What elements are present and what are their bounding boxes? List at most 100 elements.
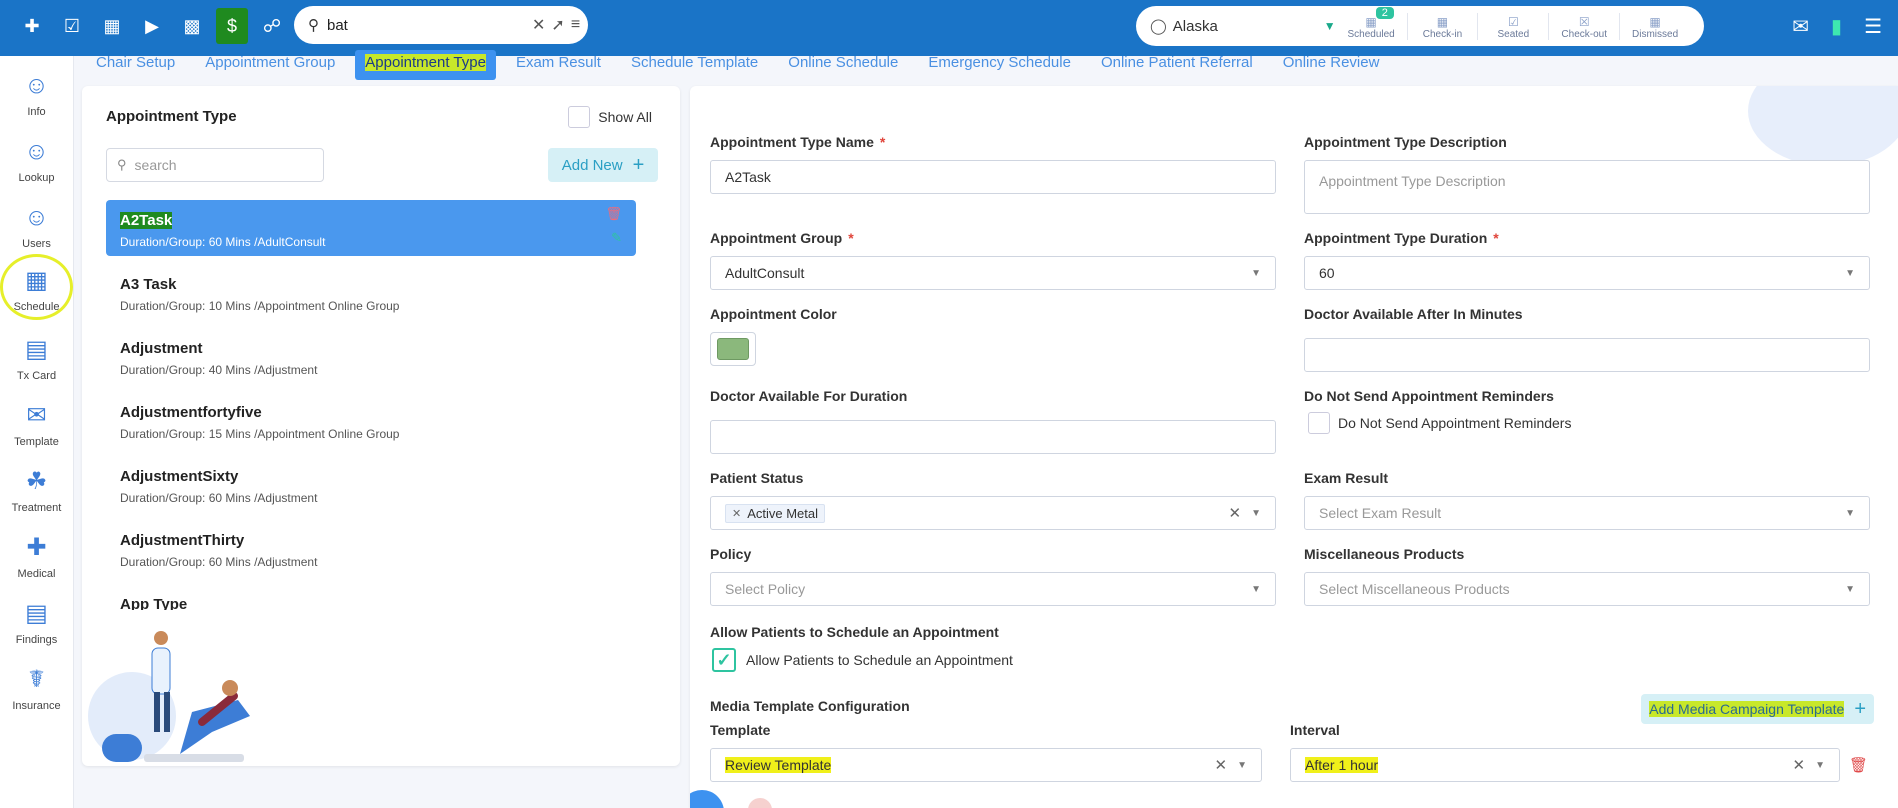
list-item[interactable]: AdjustmentSixty Duration/Group: 60 Mins …	[106, 456, 636, 520]
label-text: Appointment Group	[710, 230, 843, 246]
description-textarea[interactable]: Appointment Type Description	[1304, 160, 1870, 214]
global-search-input[interactable]	[327, 16, 526, 34]
add-user-icon[interactable]: ✚	[16, 8, 48, 44]
group-select[interactable]: AdultConsult ▼	[710, 256, 1276, 290]
policy-select[interactable]: Select Policy ▼	[710, 572, 1276, 606]
tab-chair-setup[interactable]: Chair Setup	[86, 50, 185, 80]
show-all-label: Show All	[598, 109, 652, 125]
exam-result-select[interactable]: Select Exam Result ▼	[1304, 496, 1870, 530]
clear-icon[interactable]: ✕	[1215, 756, 1228, 774]
template-select[interactable]: Review Template ✕ ▼	[710, 748, 1262, 782]
add-media-template-button[interactable]: Add Media Campaign Template +	[1641, 694, 1874, 724]
allow-schedule-checkbox-row[interactable]: ✓ Allow Patients to Schedule an Appointme…	[712, 648, 1013, 672]
no-reminders-checkbox-row[interactable]: Do Not Send Appointment Reminders	[1308, 412, 1571, 434]
nav-medical[interactable]: ✚ Medical	[0, 518, 73, 584]
clear-icon[interactable]: ✕	[532, 15, 545, 35]
clear-icon[interactable]: ✕	[1793, 756, 1806, 774]
nav-findings[interactable]: ▤ Findings	[0, 584, 73, 650]
list-item[interactable]: A3 Task Duration/Group: 10 Mins /Appoint…	[106, 264, 636, 328]
users-icon: ☺	[24, 204, 49, 231]
nav-treatment[interactable]: ☘ Treatment	[0, 452, 73, 518]
pin-icon[interactable]: ➚	[551, 15, 564, 35]
nav-users[interactable]: ☺ Users	[0, 188, 73, 254]
list-item[interactable]: App Type	[106, 584, 636, 610]
list-item[interactable]: AdjustmentThirty Duration/Group: 60 Mins…	[106, 520, 636, 584]
insurance-icon: ☤	[28, 666, 45, 693]
misc-products-select[interactable]: Select Miscellaneous Products ▼	[1304, 572, 1870, 606]
status-scheduled[interactable]: ▦ 2 Scheduled	[1336, 6, 1407, 40]
edit-icon[interactable]: ✎	[611, 230, 622, 246]
list-item[interactable]: Adjustmentfortyfive Duration/Group: 15 M…	[106, 392, 636, 456]
seat-icon: ☑	[1507, 14, 1519, 29]
decoration-shape	[690, 790, 724, 808]
tab-appointment-group[interactable]: Appointment Group	[195, 50, 345, 80]
color-picker[interactable]	[710, 332, 756, 366]
tab-exam-result[interactable]: Exam Result	[506, 50, 611, 80]
shield-file-icon[interactable]: ☍	[256, 8, 288, 44]
menu-icon[interactable]: ☰	[1864, 14, 1882, 39]
appointment-type-list-panel: Appointment Type Show All ⚲ search Add N…	[82, 86, 680, 766]
chat-icon[interactable]: ✉	[1792, 14, 1809, 39]
nav-schedule[interactable]: ▦ Schedule	[0, 254, 73, 320]
add-new-button[interactable]: Add New +	[548, 148, 658, 182]
tab-appointment-type[interactable]: Appointment Type	[355, 50, 496, 80]
show-all-toggle[interactable]: Show All	[568, 106, 652, 128]
nav-tx-card[interactable]: ▤ Tx Card	[0, 320, 73, 386]
item-name: A2Task	[120, 212, 622, 229]
nav-label: Treatment	[11, 502, 62, 514]
status-seated[interactable]: ☑ Seated	[1477, 12, 1548, 40]
video-icon[interactable]: ▶	[136, 8, 168, 44]
tab-online-review[interactable]: Online Review	[1273, 50, 1390, 80]
select-placeholder: Select Exam Result	[1319, 505, 1442, 521]
dashboard-icon[interactable]: ▦	[96, 8, 128, 44]
chevron-down-icon: ▼	[1251, 267, 1261, 279]
doctor-for-input[interactable]	[710, 420, 1276, 454]
calendar-icon: ▦	[1365, 14, 1377, 29]
delete-icon[interactable]: 🗑	[1849, 756, 1868, 774]
doctor-after-input[interactable]	[1304, 338, 1870, 372]
list-item[interactable]: A2Task Duration/Group: 60 Mins /AdultCon…	[106, 200, 636, 256]
item-detail: Duration/Group: 40 Mins /Adjustment	[120, 363, 318, 377]
check-icon[interactable]: ✓	[712, 648, 736, 672]
type-name-input[interactable]: A2Task	[710, 160, 1276, 194]
analytics-icon[interactable]: ▮	[1831, 14, 1842, 39]
label-text: Appointment Type Name	[710, 134, 874, 150]
calendar-check-icon[interactable]: ☑	[56, 8, 88, 44]
patient-status-select[interactable]: ✕ Active Metal ✕ ▼	[710, 496, 1276, 530]
global-search[interactable]: ⚲ ✕ ➚ ≡	[294, 6, 588, 44]
status-check-in[interactable]: ▦ Check-in	[1406, 12, 1478, 40]
no-reminders-checkbox[interactable]	[1308, 412, 1330, 434]
show-all-checkbox[interactable]	[568, 106, 591, 128]
interval-select[interactable]: After 1 hour ✕ ▼	[1290, 748, 1840, 782]
nav-lookup[interactable]: ☺ Lookup	[0, 122, 73, 188]
dismissed-icon: ▦	[1649, 14, 1661, 29]
status-dismissed[interactable]: ▦ Dismissed	[1619, 12, 1690, 40]
location-select[interactable]: ◯ Alaska ▼	[1150, 17, 1336, 36]
nav-insurance[interactable]: ☤ Insurance	[0, 650, 73, 716]
select-placeholder: Select Policy	[725, 581, 806, 597]
clear-icon[interactable]: ✕	[1229, 504, 1242, 522]
nav-template[interactable]: ✉ Template	[0, 386, 73, 452]
filter-icon[interactable]: ≡	[571, 16, 580, 34]
nav-label: Schedule	[13, 301, 60, 313]
delete-icon[interactable]: 🗑	[605, 206, 622, 222]
tab-schedule-template[interactable]: Schedule Template	[621, 50, 768, 80]
tab-online-schedule[interactable]: Online Schedule	[778, 50, 908, 80]
list-item[interactable]: Adjustment Duration/Group: 40 Mins /Adju…	[106, 328, 636, 392]
nav-info[interactable]: ☺ Info	[0, 56, 73, 122]
label-text: Appointment Type Duration	[1304, 230, 1488, 246]
list-search-input[interactable]: ⚲ search	[106, 148, 324, 182]
item-name: Adjustmentfortyfive	[120, 404, 262, 421]
duration-select[interactable]: 60 ▼	[1304, 256, 1870, 290]
tab-emergency-schedule[interactable]: Emergency Schedule	[918, 50, 1081, 80]
select-value: After 1 hour	[1305, 757, 1379, 773]
plus-icon: +	[1854, 697, 1866, 720]
location-pin-icon: ◯	[1150, 18, 1167, 35]
chart-icon[interactable]: ▩	[176, 8, 208, 44]
tab-online-patient-referral[interactable]: Online Patient Referral	[1091, 50, 1263, 80]
template-label: Template	[710, 722, 771, 738]
item-name: AdjustmentThirty	[120, 532, 245, 549]
remove-tag-icon[interactable]: ✕	[732, 507, 741, 520]
money-icon[interactable]: $	[216, 8, 248, 44]
status-check-out[interactable]: ☒ Check-out	[1548, 12, 1619, 40]
